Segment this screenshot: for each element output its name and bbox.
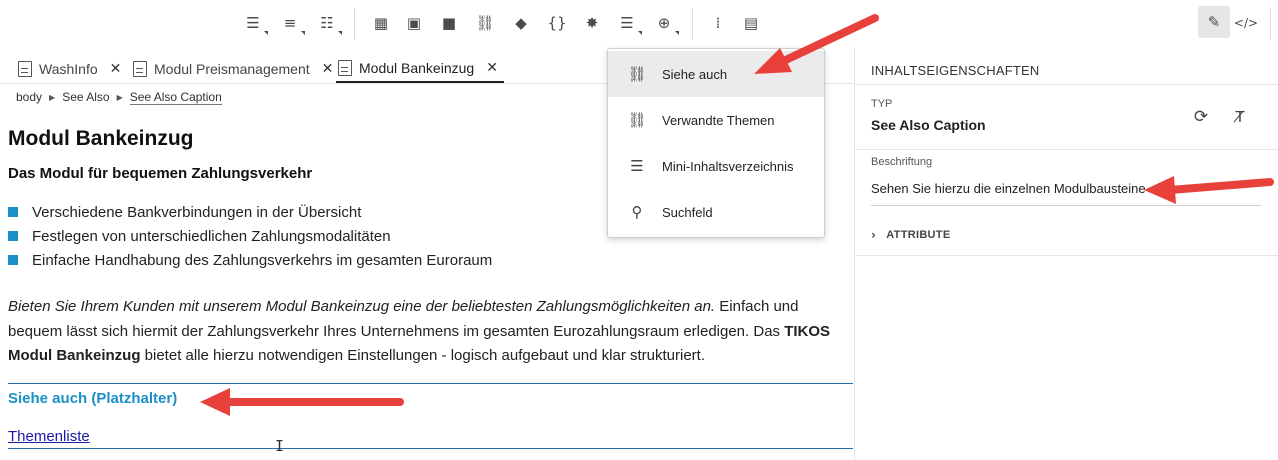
toolbar-separator: [1270, 8, 1271, 40]
code-braces-icon[interactable]: {}: [544, 10, 570, 36]
menu-item-mini-inhaltsverzeichnis[interactable]: ☰ Mini-Inhaltsverzeichnis: [608, 143, 824, 189]
add-circle-icon[interactable]: ⊕: [651, 10, 679, 36]
type-value: See Also Caption: [871, 117, 986, 133]
breadcrumb-item[interactable]: See Also: [62, 90, 109, 104]
breadcrumb-current[interactable]: See Also Caption: [129, 90, 222, 105]
link-icon[interactable]: ⛓: [472, 10, 498, 36]
breadcrumb-separator-icon: ▶: [116, 92, 123, 102]
paragraph-text: bietet alle hierzu notwendigen Einstellu…: [140, 347, 706, 364]
bullet-list: Verschiedene Bankverbindungen in der Übe…: [8, 200, 492, 272]
menu-item-label: Suchfeld: [662, 204, 713, 220]
list-item: Verschiedene Bankverbindungen in der Übe…: [8, 200, 492, 224]
menu-item-label: Verwandte Themen: [662, 112, 775, 128]
text-cursor-icon: I: [275, 437, 285, 455]
numbered-list-icon[interactable]: ≡: [277, 10, 305, 36]
related-topics-icon: ⛓: [627, 111, 647, 129]
close-icon[interactable]: ✕: [322, 61, 334, 77]
menu-item-suchfeld[interactable]: ⚲ Suchfeld: [608, 189, 824, 235]
menu-item-label: Mini-Inhaltsverzeichnis: [662, 158, 794, 174]
caption-field[interactable]: Sehen Sie hierzu die einzelnen Modulbaus…: [871, 181, 1146, 196]
indent-list-icon[interactable]: ☷: [314, 10, 342, 36]
document-icon: [338, 60, 352, 76]
list-item: Festlegen von unterschiedlichen Zahlungs…: [8, 224, 492, 248]
video-icon[interactable]: ■: [436, 10, 462, 36]
toolbar-separator: [692, 8, 693, 40]
annotation-arrow-menu: [754, 14, 879, 74]
tab-modul-preismanagement[interactable]: Modul Preismanagement ✕: [133, 55, 333, 83]
panel-title: INHALTSEIGENSCHAFTEN: [871, 63, 1040, 78]
document-icon: [18, 61, 32, 77]
tab-modul-bankeinzug[interactable]: Modul Bankeinzug ✕: [336, 55, 504, 83]
bullet-square-icon: [8, 255, 18, 265]
see-also-link[interactable]: Themenliste: [8, 428, 90, 445]
divider: [855, 84, 1278, 85]
attribute-section-toggle[interactable]: › ATTRIBUTE: [871, 228, 950, 242]
layout-icon[interactable]: ☰: [614, 10, 642, 36]
mini-toc-icon: ☰: [630, 157, 644, 175]
intro-paragraph: Bieten Sie Ihrem Kunden mit unserem Modu…: [8, 295, 853, 369]
code-view-icon[interactable]: </>: [1233, 10, 1259, 36]
breadcrumb-separator-icon: ▶: [49, 92, 56, 102]
outline-list-icon[interactable]: ⁞: [705, 10, 731, 36]
see-also-caption[interactable]: Siehe auch (Platzhalter): [8, 390, 177, 407]
attribute-label: ATTRIBUTE: [886, 229, 951, 241]
eraser-icon[interactable]: ◆: [508, 10, 534, 36]
type-label: TYP: [871, 98, 893, 110]
tab-label: Modul Bankeinzug: [359, 60, 475, 76]
tab-washinfo[interactable]: WashInfo ✕: [18, 55, 121, 83]
chevron-right-icon: ›: [871, 228, 877, 242]
clear-format-icon[interactable]: T̸: [1229, 106, 1251, 128]
menu-item-label: Siehe auch: [662, 66, 728, 82]
toolbar: ☰ ≡ ☷ ▦ ▣ ■ ⛓ ◆ {} ✸ ☰ ⊕ ⁞ ▤ ✎ </>: [0, 0, 1278, 47]
properties-panel: INHALTSEIGENSCHAFTEN TYP See Also Captio…: [854, 47, 1278, 460]
breadcrumb: body ▶ See Also ▶ See Also Caption: [16, 88, 222, 106]
close-icon[interactable]: ✕: [486, 60, 498, 76]
paragraph-italic: Bieten Sie Ihrem Kunden mit unserem Modu…: [8, 298, 716, 315]
toolbar-separator: [354, 8, 355, 40]
insert-table-icon[interactable]: ▦: [368, 10, 394, 36]
document-subtitle: Das Modul für bequemen Zahlungsverkehr: [8, 165, 313, 182]
star-burst-icon[interactable]: ✸: [579, 10, 605, 36]
breadcrumb-item[interactable]: body: [16, 90, 42, 104]
refresh-icon[interactable]: ⟳: [1190, 106, 1212, 128]
annotation-arrow-caption: [1144, 176, 1274, 204]
divider: [855, 255, 1278, 256]
document-title: Modul Bankeinzug: [8, 127, 194, 150]
search-icon: ⚲: [631, 203, 643, 221]
document-icon: [133, 61, 147, 77]
see-also-link-icon: ⛓: [627, 65, 647, 83]
bullet-square-icon: [8, 207, 18, 217]
close-icon[interactable]: ✕: [110, 61, 122, 77]
divider: [855, 149, 1278, 150]
tab-label: Modul Preismanagement: [154, 61, 310, 77]
annotation-arrow-see-also: [200, 388, 404, 416]
list-item: Einfache Handhabung des Zahlungsverkehrs…: [8, 248, 492, 272]
bulleted-list-icon[interactable]: ☰: [240, 10, 268, 36]
bullet-square-icon: [8, 231, 18, 241]
see-also-block[interactable]: Siehe auch (Platzhalter) Themenliste: [8, 383, 853, 449]
caption-label: Beschriftung: [871, 156, 933, 168]
tab-label: WashInfo: [39, 61, 98, 77]
pencil-icon[interactable]: ✎: [1198, 6, 1230, 38]
menu-item-verwandte-themen[interactable]: ⛓ Verwandte Themen: [608, 97, 824, 143]
image-icon[interactable]: ▣: [401, 10, 427, 36]
